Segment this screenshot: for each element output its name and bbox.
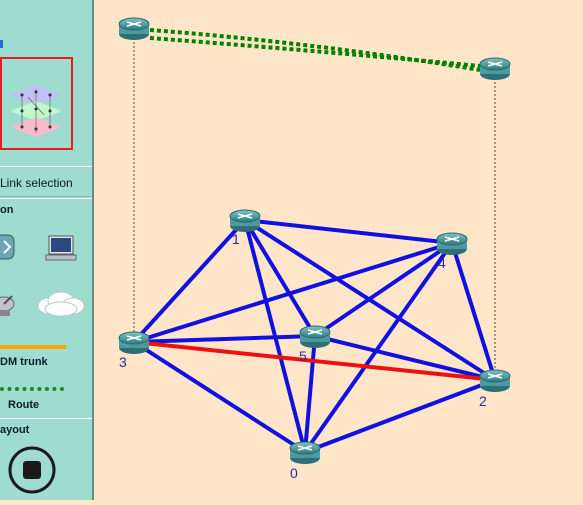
wdm-trunk-label: DM trunk [0, 356, 48, 368]
router-node-2[interactable] [479, 369, 511, 392]
topology-graph[interactable]: 1 4 3 5 2 0 [94, 0, 583, 500]
computer-icon[interactable] [44, 234, 78, 264]
node-label-4: 4 [438, 255, 446, 271]
route-swatch[interactable] [0, 387, 64, 391]
router-node-5[interactable] [299, 325, 331, 348]
route-label: Route [8, 399, 40, 411]
link-5-2[interactable] [314, 334, 496, 382]
router-node-3[interactable] [118, 331, 150, 354]
node-label-3: 3 [119, 354, 127, 370]
upper-router-right[interactable] [479, 57, 511, 80]
node-label-1: 1 [232, 231, 240, 247]
router-node-1[interactable] [229, 209, 261, 232]
link-1-5[interactable] [243, 218, 317, 338]
link-selection-label[interactable]: Link selection [0, 176, 73, 190]
link-3-5[interactable] [133, 334, 316, 344]
route-link[interactable] [149, 28, 481, 72]
sidebar: Link selection on DM trunk Route ayout [0, 0, 94, 500]
cloud-icon[interactable] [35, 290, 87, 318]
blue-dot-icon [0, 40, 3, 48]
link-4-2[interactable] [450, 242, 497, 381]
network-canvas[interactable]: 1 4 3 5 2 0 [94, 0, 583, 500]
link-4-5[interactable] [313, 241, 454, 338]
node-label-5: 5 [299, 348, 307, 364]
stop-button[interactable] [7, 445, 57, 495]
layer-view-button[interactable] [0, 57, 73, 150]
node-label-2: 2 [479, 393, 487, 409]
router-node-0[interactable] [289, 441, 321, 464]
router-icon[interactable] [0, 233, 16, 261]
upper-router-left[interactable] [118, 17, 150, 40]
wdm-trunk-swatch[interactable] [0, 345, 66, 349]
link-0-2[interactable] [304, 378, 496, 454]
router-node-4[interactable] [436, 232, 468, 255]
satellite-icon[interactable] [0, 292, 18, 318]
node-label-0: 0 [290, 465, 298, 481]
route-link[interactable] [149, 36, 481, 68]
multilayer-network-icon [10, 85, 62, 137]
section-header-partial: on [0, 204, 14, 216]
layout-label: ayout [0, 424, 30, 436]
stop-icon [8, 446, 56, 494]
